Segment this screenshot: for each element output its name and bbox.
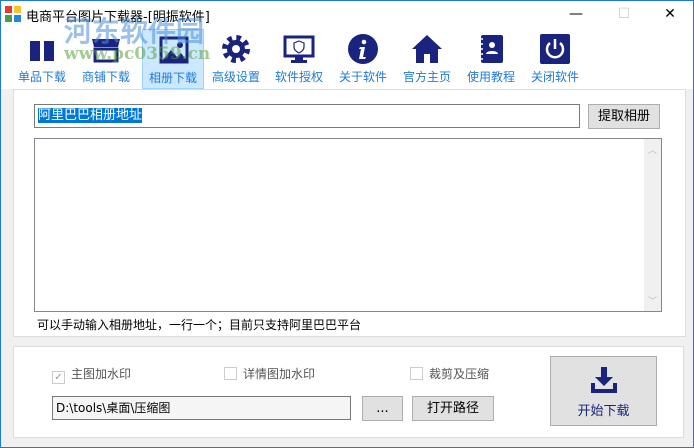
toolbar-label: 关闭软件 (530, 70, 579, 84)
box-icon (30, 41, 54, 61)
info-icon (348, 34, 378, 64)
minimize-button[interactable]: — (553, 1, 599, 29)
toolbar-label: 官方主页 (402, 70, 451, 84)
toolbar-about[interactable]: 关于软件 (332, 29, 394, 89)
toolbar-license[interactable]: 软件授权 (268, 29, 330, 89)
album-hint: 可以手动输入相册地址，一行一个；目前只支持阿里巴巴平台 (37, 318, 362, 332)
toolbar-album-download[interactable]: 相册下载 (142, 29, 204, 89)
open-path-button[interactable]: 打开路径 (412, 396, 494, 421)
start-download-label: 开始下载 (577, 404, 630, 419)
scrollbar[interactable]: ︿ ﹀ (644, 139, 661, 311)
fetch-album-button[interactable]: 提取相册 (588, 104, 660, 129)
scroll-up-icon[interactable]: ︿ (644, 143, 661, 156)
start-download-button[interactable]: 开始下载 (550, 356, 657, 426)
gear-icon (222, 35, 250, 63)
browse-path-button[interactable]: ... (362, 396, 403, 421)
app-window: 电商平台图片下载器-[明振软件] — ☐ ✕ 单品下载 商铺下载 相册下载 高级… (0, 0, 694, 448)
home-icon (412, 35, 442, 63)
toolbar: 单品下载 商铺下载 相册下载 高级设置 软件授权 关于软件 官方主页 使用教程 … (1, 29, 693, 89)
crop-compress-checkbox[interactable]: 裁剪及压缩 (410, 365, 489, 382)
toolbar-label: 高级设置 (211, 70, 260, 84)
toolbar-single-download[interactable]: 单品下载 (11, 29, 73, 89)
save-path-input[interactable]: D:\tools\桌面\压缩图 (52, 396, 351, 420)
album-url-value: 阿里巴巴相册地址 (38, 108, 143, 123)
power-icon (540, 34, 570, 64)
toolbar-advanced-settings[interactable]: 高级设置 (205, 29, 267, 89)
main-watermark-checkbox[interactable]: ✓ 主图加水印 (52, 365, 131, 384)
detail-watermark-checkbox[interactable]: 详情图加水印 (224, 365, 315, 382)
toolbar-label: 软件授权 (274, 70, 323, 84)
title-bar: 电商平台图片下载器-[明振软件] — ☐ ✕ (1, 1, 693, 29)
toolbar-label: 相册下载 (148, 71, 197, 85)
store-icon (92, 39, 120, 63)
toolbar-tutorial[interactable]: 使用教程 (460, 29, 522, 89)
checkbox-label: 裁剪及压缩 (429, 367, 490, 381)
close-window-button[interactable]: ✕ (647, 1, 693, 29)
image-icon (159, 36, 189, 64)
checkmark-icon: ✓ (52, 371, 65, 384)
toolbar-homepage[interactable]: 官方主页 (396, 29, 458, 89)
checkbox-label: 主图加水印 (71, 367, 132, 381)
toolbar-label: 商铺下载 (81, 70, 130, 84)
toolbar-label: 单品下载 (17, 70, 66, 84)
window-title: 电商平台图片下载器-[明振软件] (26, 10, 210, 25)
checkbox-label: 详情图加水印 (243, 367, 316, 381)
toolbar-label: 关于软件 (338, 70, 387, 84)
monitor-shield-icon (283, 35, 315, 63)
notebook-icon (480, 35, 503, 63)
app-icon (5, 6, 21, 22)
options-panel: ✓ 主图加水印 详情图加水印 裁剪及压缩 D:\tools\桌面\压缩图 ... … (13, 346, 684, 438)
scroll-down-icon[interactable]: ﹀ (644, 294, 661, 307)
album-url-input[interactable]: 阿里巴巴相册地址 (34, 104, 580, 128)
album-panel: 阿里巴巴相册地址 提取相册 ︿ ﹀ 可以手动输入相册地址，一行一个；目前只支持阿… (13, 89, 686, 337)
album-list-textarea[interactable]: ︿ ﹀ (34, 138, 662, 312)
toolbar-label: 使用教程 (466, 70, 515, 84)
toolbar-shop-download[interactable]: 商铺下载 (75, 29, 137, 89)
toolbar-exit[interactable]: 关闭软件 (524, 29, 586, 89)
download-icon (591, 367, 617, 393)
maximize-button[interactable]: ☐ (601, 1, 647, 29)
